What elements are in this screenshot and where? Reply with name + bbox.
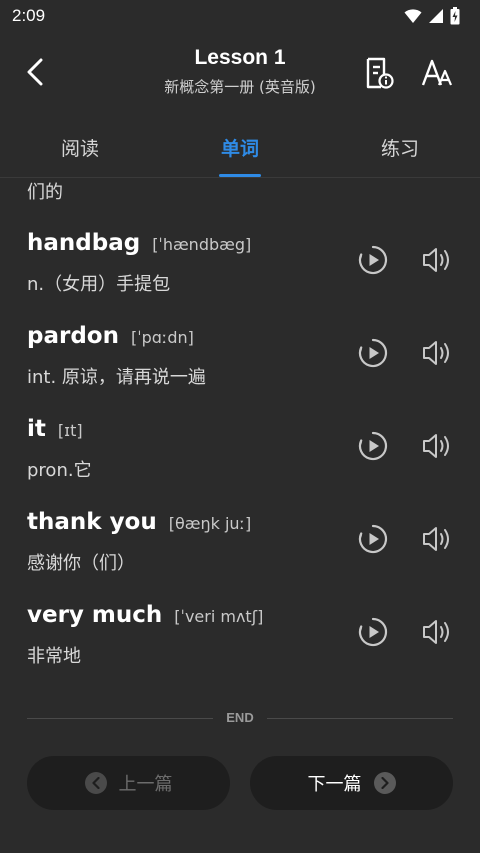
next-lesson-label: 下一篇: [307, 774, 362, 795]
phonetic-text: [ˈpɑːdn]: [130, 328, 194, 347]
meaning-text: int. 原谅，请再说一遍: [27, 367, 206, 388]
play-example-button[interactable]: [357, 337, 389, 369]
signal-icon: [429, 9, 443, 23]
play-circle-icon: [358, 431, 388, 461]
pronounce-button[interactable]: [421, 616, 453, 648]
word-item: it [ɪt] pron.它: [0, 410, 480, 503]
tab-bar: 阅读 单词 练习: [0, 118, 480, 178]
play-circle-icon: [358, 524, 388, 554]
word-line: thank you [θæŋk juː]: [27, 509, 251, 535]
phonetic-text: [ˈveri mʌtʃ]: [174, 607, 264, 626]
meaning-text: 非常地: [27, 646, 81, 667]
chevron-left-icon: [27, 58, 43, 86]
pronounce-button[interactable]: [421, 430, 453, 462]
speaker-icon: [423, 248, 449, 272]
play-circle-icon: [358, 617, 388, 647]
previous-lesson-label: 上一篇: [118, 774, 173, 795]
pronounce-button[interactable]: [421, 523, 453, 555]
word-text: handbag: [27, 230, 141, 256]
word-line: very much [ˈveri mʌtʃ]: [27, 602, 263, 628]
previous-lesson-button[interactable]: 上一篇: [27, 756, 230, 810]
speaker-icon: [423, 341, 449, 365]
status-time: 2:09: [12, 6, 46, 25]
play-circle-icon: [358, 245, 388, 275]
meaning-text: pron.它: [27, 460, 92, 481]
speaker-icon: [423, 434, 449, 458]
phonetic-text: [ɪt]: [57, 421, 83, 440]
arrow-left-icon: [84, 772, 107, 794]
lesson-info-button[interactable]: [362, 56, 396, 90]
word-line: handbag [ˈhændbæg]: [27, 230, 251, 256]
next-lesson-button[interactable]: 下一篇: [250, 756, 453, 810]
word-list[interactable]: 们的 handbag [ˈhændbæg] n.（女用）手提包 pardon […: [0, 178, 480, 853]
phonetic-text: [ˈhændbæg]: [152, 235, 252, 254]
status-icons: [404, 7, 460, 25]
app-header: Lesson 1 新概念第一册 (英音版): [0, 32, 480, 118]
play-circle-icon: [358, 338, 388, 368]
word-item: very much [ˈveri mʌtʃ] 非常地: [0, 596, 480, 689]
pronounce-button[interactable]: [421, 337, 453, 369]
meaning-text: 感谢你（们）: [27, 553, 135, 574]
tab-reading[interactable]: 阅读: [0, 118, 160, 177]
divider-line-left: [27, 718, 213, 719]
status-bar: 2:09: [0, 0, 480, 32]
play-example-button[interactable]: [357, 523, 389, 555]
speaker-icon: [423, 620, 449, 644]
tab-vocabulary[interactable]: 单词: [160, 118, 320, 177]
phonetic-text: [θæŋk juː]: [168, 514, 252, 533]
speaker-icon: [423, 527, 449, 551]
word-text: very much: [27, 602, 163, 628]
end-divider: END: [27, 710, 453, 728]
tab-exercise[interactable]: 练习: [320, 118, 480, 177]
back-button[interactable]: [20, 54, 50, 90]
word-text: it: [27, 416, 46, 442]
arrow-right-icon: [373, 772, 396, 794]
meaning-text: n.（女用）手提包: [27, 274, 171, 295]
font-size-button[interactable]: [420, 56, 454, 90]
page-title: Lesson 1: [194, 46, 286, 69]
word-item: pardon [ˈpɑːdn] int. 原谅，请再说一遍: [0, 317, 480, 410]
pronounce-button[interactable]: [421, 244, 453, 276]
word-item: thank you [θæŋk juː] 感谢你（们）: [0, 503, 480, 596]
word-text: thank you: [27, 509, 157, 535]
word-text: pardon: [27, 323, 119, 349]
page-subtitle: 新概念第一册 (英音版): [164, 78, 316, 96]
word-line: it [ɪt]: [27, 416, 83, 442]
document-info-icon: [366, 57, 394, 89]
word-line: pardon [ˈpɑːdn]: [27, 323, 194, 349]
play-example-button[interactable]: [357, 616, 389, 648]
divider-line-right: [267, 718, 453, 719]
word-item: handbag [ˈhændbæg] n.（女用）手提包: [0, 224, 480, 317]
play-example-button[interactable]: [357, 244, 389, 276]
end-label: END: [226, 710, 254, 725]
wifi-icon: [404, 9, 422, 23]
play-example-button[interactable]: [357, 430, 389, 462]
font-size-icon: [421, 59, 453, 86]
battery-icon: [450, 7, 460, 25]
title-block: Lesson 1 新概念第一册 (英音版): [120, 46, 360, 97]
partial-meaning-text: 们的: [27, 182, 63, 203]
